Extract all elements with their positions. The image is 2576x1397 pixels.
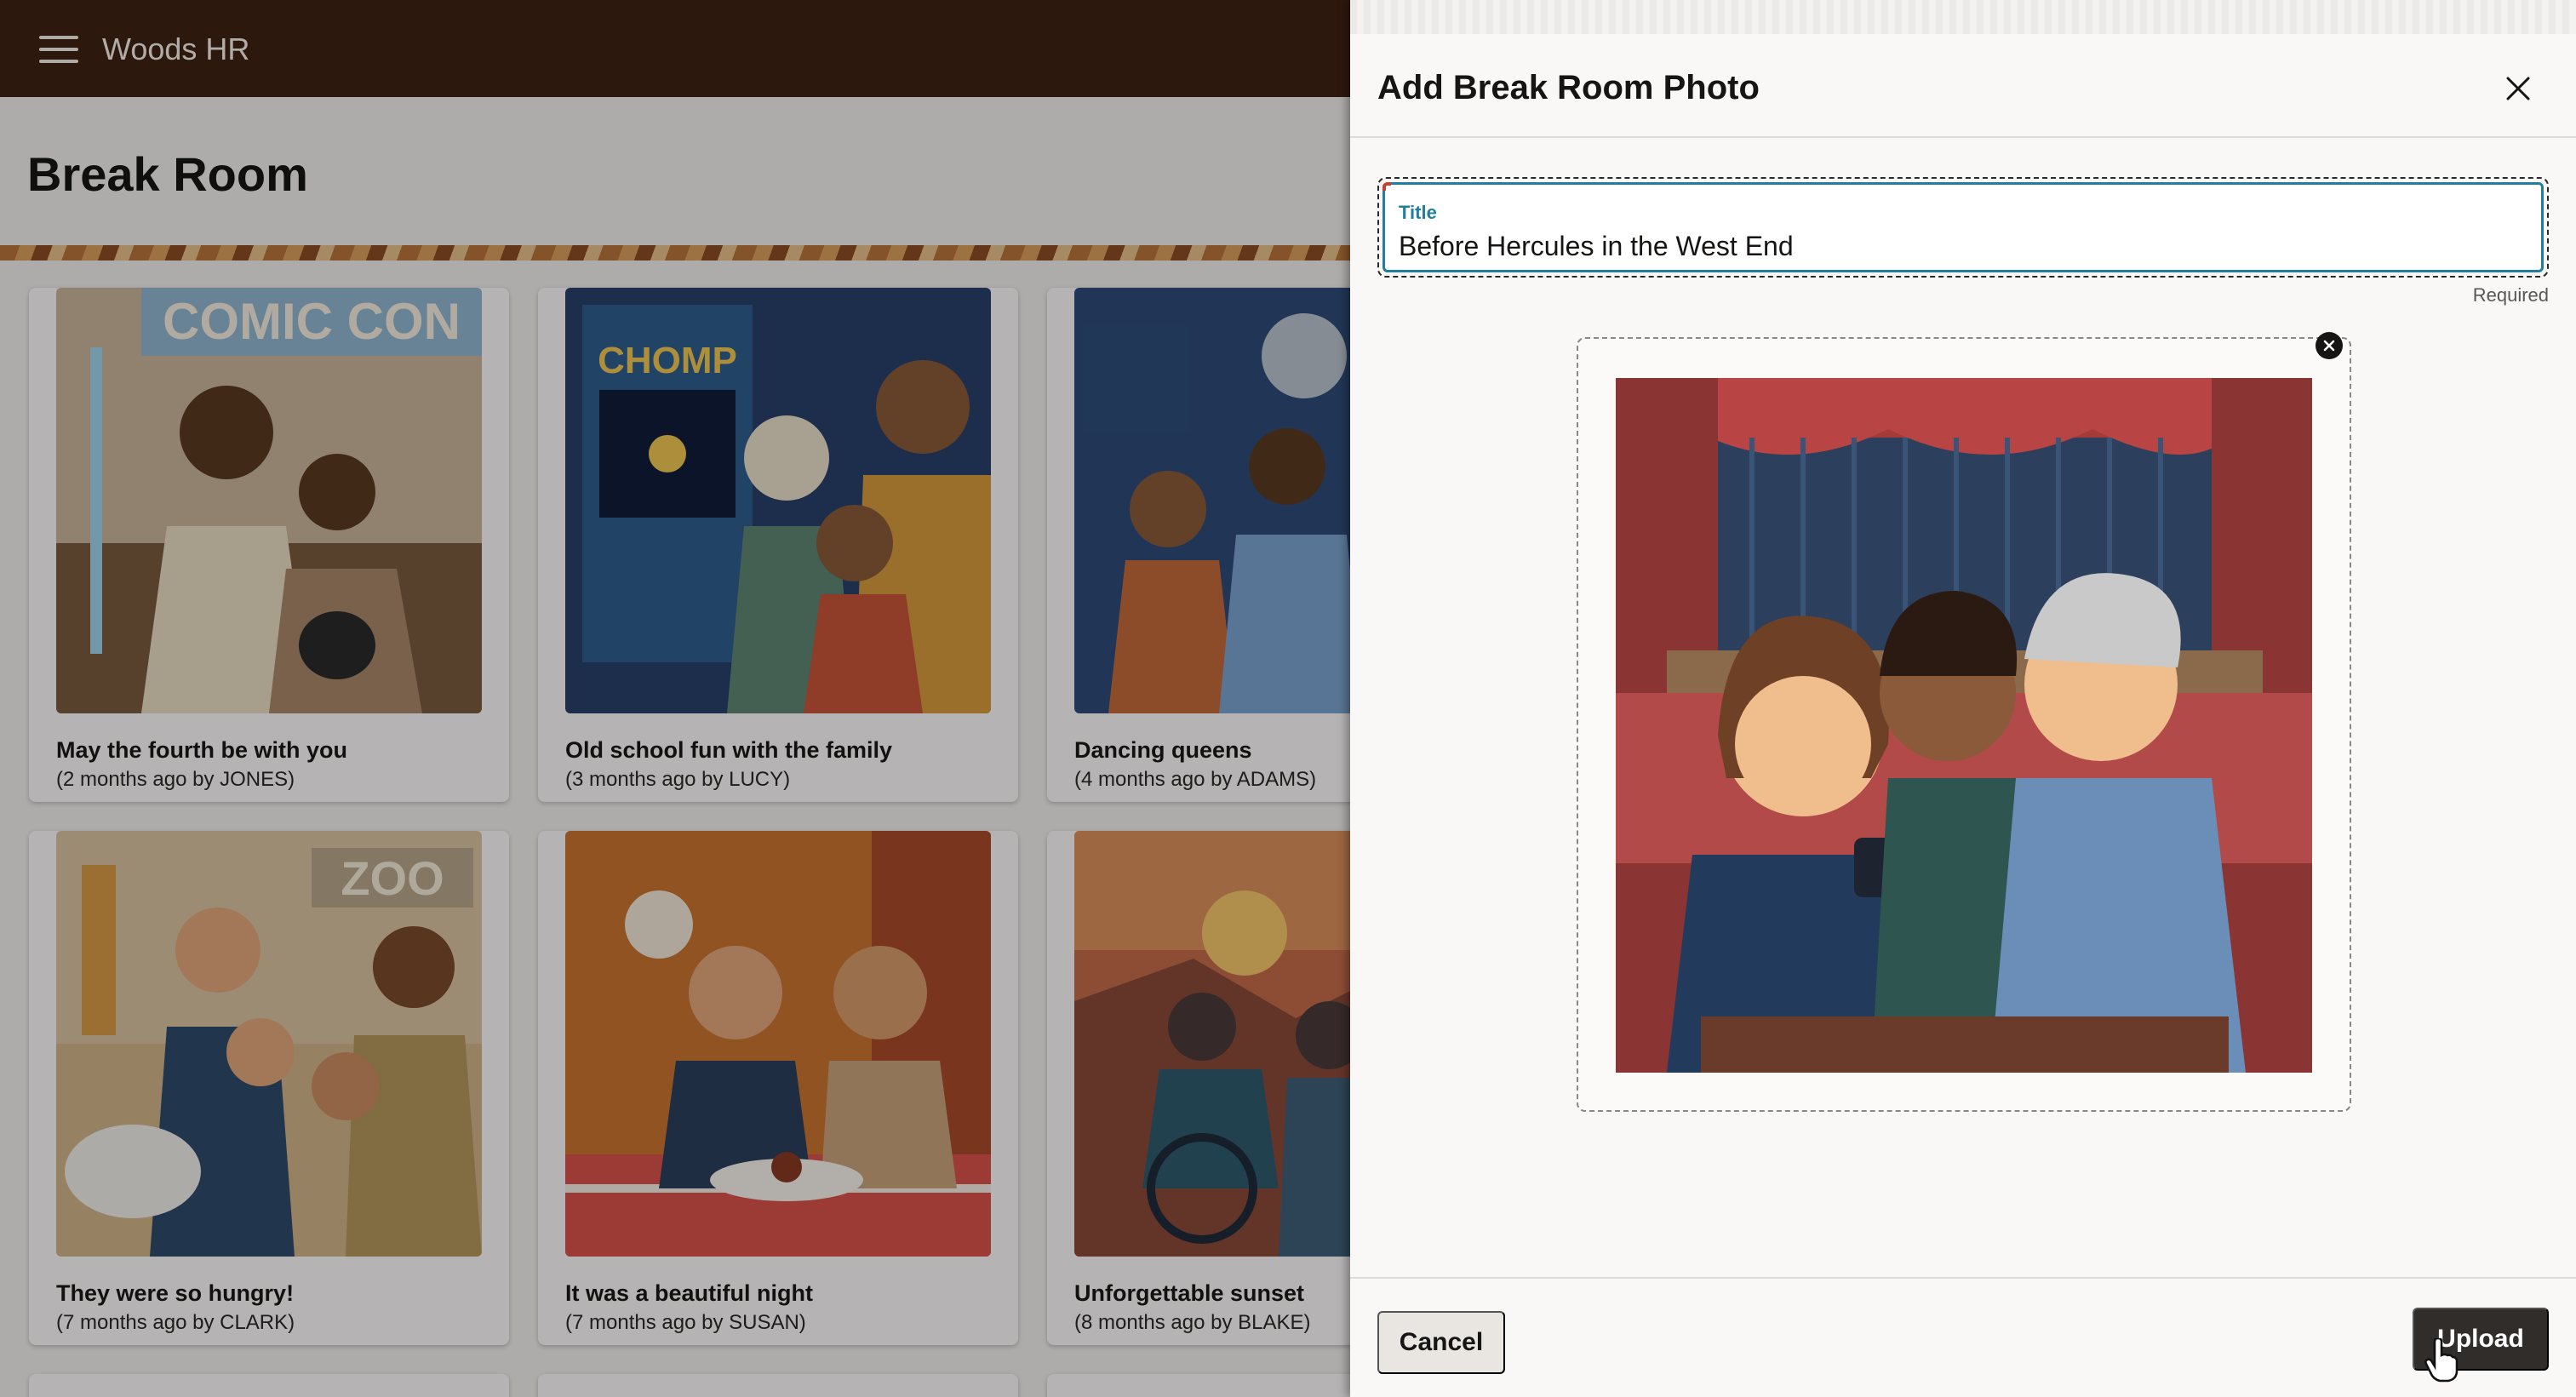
- title-field: Title: [1377, 177, 2549, 278]
- modal-scrim[interactable]: [0, 0, 1350, 1397]
- title-field-label: Title: [1399, 202, 1437, 223]
- remove-image-button[interactable]: [2316, 332, 2343, 359]
- close-icon: [2506, 77, 2530, 100]
- drawer-top-strip: [1350, 0, 2576, 34]
- add-photo-drawer: Add Break Room Photo Title Required: [1350, 0, 2576, 1397]
- hand-cursor-icon: [2424, 1338, 2459, 1383]
- required-hint: Required: [2472, 284, 2549, 306]
- image-preview: [1577, 332, 2351, 1112]
- cancel-button[interactable]: Cancel: [1377, 1311, 1505, 1374]
- title-input[interactable]: [1399, 231, 2505, 262]
- required-marker: [1382, 182, 1391, 191]
- preview-image: [1616, 378, 2312, 1073]
- drawer-header: Add Break Room Photo: [1350, 34, 2576, 138]
- drawer-footer: Cancel Upload: [1350, 1277, 2576, 1397]
- remove-icon: [2323, 340, 2335, 352]
- close-button[interactable]: [2494, 65, 2542, 112]
- drawer-title: Add Break Room Photo: [1377, 69, 1760, 106]
- title-field-box[interactable]: Title: [1382, 182, 2544, 272]
